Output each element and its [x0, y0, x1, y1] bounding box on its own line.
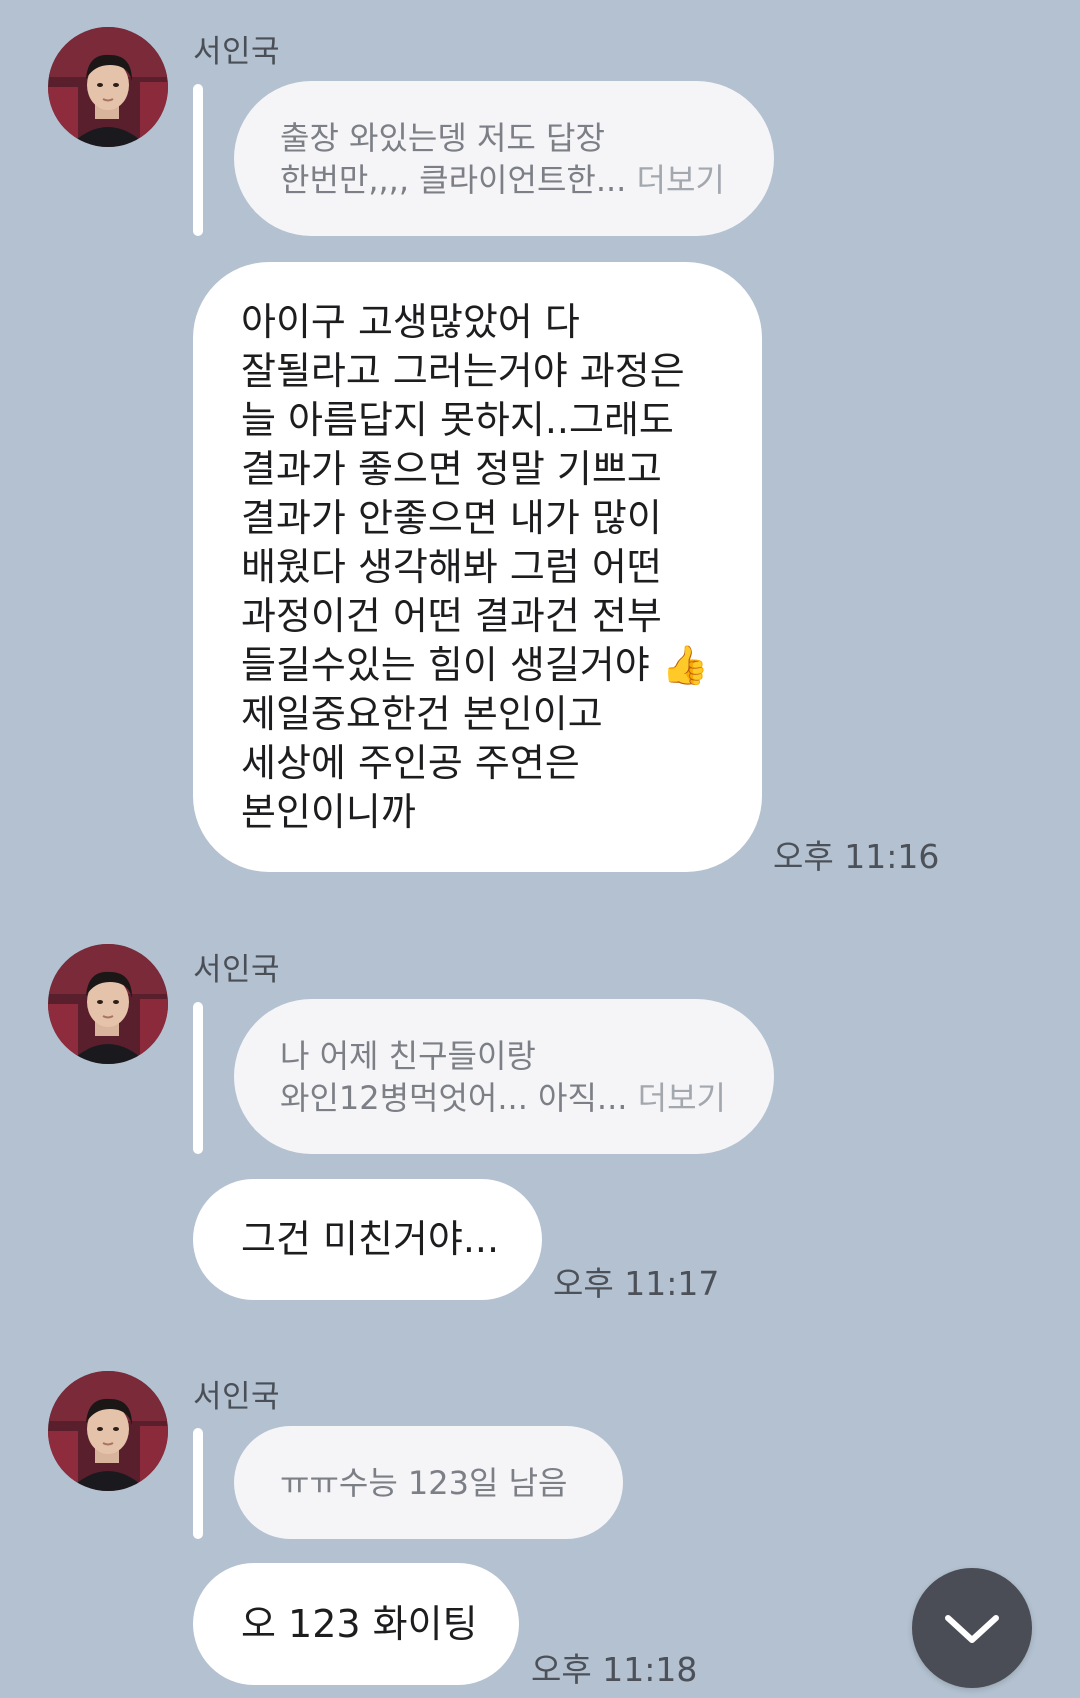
quoted-text-line: 출장 와있는뎅 저도 답장: [280, 118, 605, 157]
message-text-line: 들길수있는 힘이 생길거야 👍: [241, 642, 710, 687]
timestamp: 오후 11:17: [553, 1264, 720, 1303]
message-bubble[interactable]: 아이구 고생많았어 다 잘될라고 그러는거야 과정은 늘 아름답지 못하지..그…: [193, 262, 762, 872]
quoted-text-line: 와인12병먹엇어... 아직...: [280, 1078, 628, 1117]
avatar[interactable]: [48, 27, 168, 147]
message-text-line: 본인이니까: [241, 789, 416, 834]
avatar[interactable]: [48, 1371, 168, 1491]
message-bubble[interactable]: 그건 미친거야...: [193, 1179, 542, 1300]
quoted-message[interactable]: ㅠㅠ수능 123일 남음: [234, 1426, 623, 1539]
see-more-link[interactable]: 더보기: [637, 161, 725, 199]
message-text-line: 잘될라고 그러는거야 과정은: [241, 348, 685, 393]
scroll-to-bottom-button[interactable]: [912, 1568, 1032, 1688]
message-bubble[interactable]: 오 123 화이팅: [193, 1563, 519, 1685]
message-text-line: 제일중요한건 본인이고: [241, 691, 603, 736]
quoted-text-line: 나 어제 친구들이랑: [280, 1036, 536, 1075]
quoted-text-line: ㅠㅠ수능 123일 남음: [280, 1463, 568, 1502]
message-text-line: 과정이건 어떤 결과건 전부: [241, 593, 662, 638]
avatar[interactable]: [48, 944, 168, 1064]
reply-indicator: [193, 1428, 203, 1539]
sender-name: 서인국: [193, 1379, 281, 1415]
sender-name: 서인국: [193, 952, 281, 988]
message-text-line: 결과가 좋으면 정말 기쁘고: [241, 446, 662, 491]
see-more-link[interactable]: 더보기: [638, 1079, 726, 1117]
reply-indicator: [193, 1002, 203, 1154]
quoted-message[interactable]: 나 어제 친구들이랑 와인12병먹엇어... 아직... 더보기: [234, 999, 774, 1154]
timestamp: 오후 11:18: [531, 1650, 698, 1689]
chevron-down-icon: [945, 1615, 999, 1643]
timestamp: 오후 11:16: [773, 837, 940, 876]
message-text-line: 늘 아름답지 못하지..그래도: [241, 397, 674, 442]
sender-name: 서인국: [193, 34, 281, 70]
quoted-text-line: 한번만,,,, 클라이언트한...: [280, 160, 627, 199]
message-text-line: 그건 미친거야...: [241, 1217, 500, 1261]
reply-indicator: [193, 84, 203, 236]
message-text-line: 아이구 고생많았어 다: [241, 299, 580, 344]
quoted-message[interactable]: 출장 와있는뎅 저도 답장 한번만,,,, 클라이언트한... 더보기: [234, 81, 774, 236]
message-text-line: 세상에 주인공 주연은: [241, 740, 580, 785]
message-text-line: 배웠다 생각해봐 그럼 어떤: [241, 544, 662, 589]
message-text-line: 결과가 안좋으면 내가 많이: [241, 495, 662, 540]
message-text-line: 오 123 화이팅: [241, 1601, 478, 1646]
